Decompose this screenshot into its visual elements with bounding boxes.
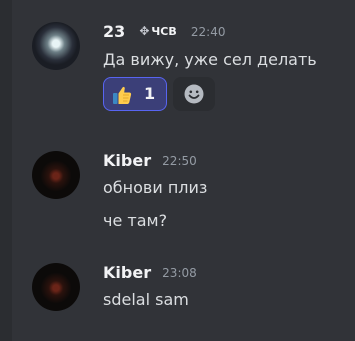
username[interactable]: Kiber xyxy=(103,263,151,282)
reactions-row: 1 xyxy=(103,77,317,113)
message-text: обнови плиз xyxy=(103,178,208,197)
timestamp[interactable]: 23:08 xyxy=(162,266,197,280)
add-reaction-button[interactable] xyxy=(173,77,215,111)
thumbs-up-icon xyxy=(113,86,132,104)
message-header: Kiber 22:50 xyxy=(103,151,207,173)
avatar[interactable] xyxy=(32,151,80,199)
reaction-thumbs-up[interactable]: 1 xyxy=(103,77,167,111)
smile-icon xyxy=(184,84,204,104)
timestamp[interactable]: 22:50 xyxy=(162,154,197,168)
message-text: sdelal sam xyxy=(103,290,189,309)
role-badge[interactable]: ✥ ЧСВ xyxy=(136,23,179,39)
badge-label: ЧСВ xyxy=(151,25,177,38)
avatar[interactable] xyxy=(32,22,80,70)
username[interactable]: Kiber xyxy=(103,151,151,170)
message-text: Да вижу, уже сел делать xyxy=(103,50,317,69)
timestamp[interactable]: 22:40 xyxy=(191,25,226,39)
message-text: че там? xyxy=(103,211,168,230)
channel-sidebar-edge xyxy=(0,0,12,341)
avatar[interactable] xyxy=(32,263,80,311)
message-header: Kiber 23:08 xyxy=(103,263,197,285)
username[interactable]: 23 xyxy=(103,22,125,41)
reaction-count: 1 xyxy=(144,84,156,103)
message-header: 23 ✥ ЧСВ 22:40 xyxy=(103,22,317,44)
badge-icon: ✥ xyxy=(139,24,150,38)
